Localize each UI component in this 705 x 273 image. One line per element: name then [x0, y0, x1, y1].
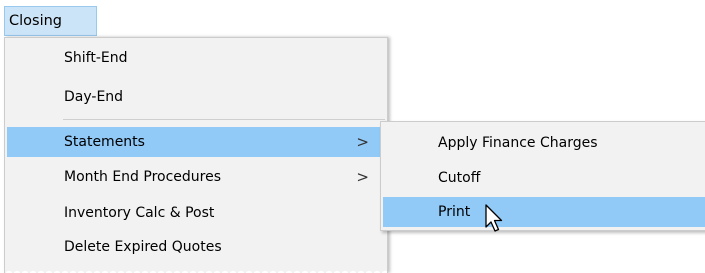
submenu-item-print[interactable]: Print — [383, 197, 705, 227]
arrow-pointer-icon — [485, 204, 503, 232]
menu-item-inventory-calc-post[interactable]: Inventory Calc & Post — [7, 198, 385, 228]
menu-item-label: Day-End — [64, 89, 124, 105]
menu-item-label: Inventory Calc & Post — [64, 205, 215, 221]
menu-item-label: Statements — [64, 134, 145, 150]
submenu-item-label: Apply Finance Charges — [438, 135, 598, 151]
menu-item-day-end[interactable]: Day-End — [7, 82, 385, 112]
submenu-arrow-icon: > — [356, 133, 369, 151]
menu-item-statements[interactable]: Statements > — [7, 127, 385, 157]
statements-submenu: Apply Finance Charges Cutoff Print — [380, 121, 705, 231]
submenu-item-label: Cutoff — [438, 170, 481, 186]
menu-item-shift-end[interactable]: Shift-End — [7, 43, 385, 73]
submenu-item-label: Print — [438, 204, 471, 220]
app-stage: Closing Shift-End Day-End Statements > M… — [0, 0, 705, 273]
submenu-arrow-icon: > — [356, 168, 369, 186]
menu-item-label: Month End Procedures — [64, 169, 222, 185]
menu-item-month-end-procedures[interactable]: Month End Procedures > — [7, 162, 385, 192]
menu-item-delete-expired-quotes[interactable]: Delete Expired Quotes — [7, 232, 385, 262]
submenu-item-apply-finance-charges[interactable]: Apply Finance Charges — [383, 128, 705, 158]
menu-separator — [63, 119, 385, 120]
menu-item-label: Delete Expired Quotes — [64, 239, 222, 255]
menu-closing-label: Closing — [9, 13, 63, 29]
torn-edge — [5, 268, 387, 273]
closing-dropdown: Shift-End Day-End Statements > Month End… — [4, 37, 388, 273]
menu-closing[interactable]: Closing — [4, 6, 97, 36]
submenu-item-cutoff[interactable]: Cutoff — [383, 163, 705, 193]
menu-item-label: Shift-End — [64, 50, 128, 66]
